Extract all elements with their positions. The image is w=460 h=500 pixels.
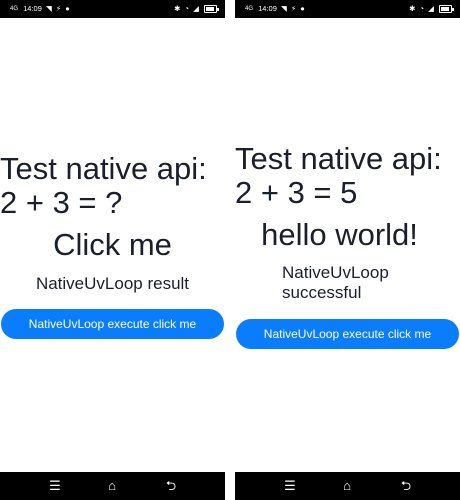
signal-icon: ◢ (193, 4, 199, 13)
home-icon[interactable]: ⌂ (97, 472, 127, 500)
network-type: 4G (245, 5, 254, 12)
menu-icon[interactable]: ☰ (40, 472, 70, 500)
bluetooth-icon: ✱ (174, 4, 181, 13)
menu-icon[interactable]: ☰ (275, 472, 305, 500)
status-left: 4G 14:09 ◥ ⚡ ● (10, 0, 70, 18)
navigation-bar: ☰ ⌂ ⮌ (0, 472, 225, 500)
result-label: NativeUvLoop result (35, 274, 190, 293)
hello-world-text[interactable]: hello world! (235, 218, 452, 252)
phone-screen-left: 4G 14:09 ◥ ⚡ ● ✱ ◔ ◢ Test native api: 2 … (0, 0, 225, 500)
app-content: Test native api: 2 + 3 = ? Click me Nati… (0, 18, 225, 472)
click-me-text[interactable]: Click me (0, 228, 225, 262)
navigation-bar: ☰ ⌂ ⮌ (235, 472, 460, 500)
notification-icon: ● (300, 4, 305, 13)
title-block: Test native api: 2 + 3 = ? (0, 152, 225, 220)
phone-screen-right: 4G 14:09 ◥ ⚡ ● ✱ ◔ ◢ Test native api: 2 … (235, 0, 460, 500)
network-type: 4G (10, 5, 19, 12)
notification-icon: ● (65, 4, 70, 13)
usb-icon: ⚡ (290, 4, 297, 13)
status-right: ✱ ◔ ◢ (407, 0, 454, 18)
status-bar: 4G 14:09 ◥ ⚡ ● ✱ ◔ ◢ (0, 0, 225, 18)
app-content: Test native api: 2 + 3 = 5 hello world! … (235, 18, 460, 472)
expression-text: 2 + 3 = 5 (235, 175, 358, 210)
execute-button[interactable]: NativeUvLoop execute click me (236, 319, 459, 349)
battery-icon (439, 5, 454, 14)
page-title: Test native api: (235, 141, 442, 176)
battery-icon (204, 5, 219, 14)
wifi-icon: ◥ (280, 4, 287, 13)
back-icon[interactable]: ⮌ (156, 472, 186, 500)
status-bar: 4G 14:09 ◥ ⚡ ● ✱ ◔ ◢ (235, 0, 460, 18)
alarm-icon: ◔ (419, 4, 425, 13)
alarm-icon: ◔ (184, 4, 190, 13)
page-title: Test native api: (0, 151, 207, 186)
bluetooth-icon: ✱ (409, 4, 416, 13)
back-icon[interactable]: ⮌ (391, 472, 421, 500)
status-right: ✱ ◔ ◢ (172, 0, 219, 18)
expression-text: 2 + 3 = ? (0, 185, 123, 220)
signal-icon: ◢ (428, 4, 434, 13)
wifi-icon: ◥ (45, 4, 52, 13)
status-time: 14:09 (23, 4, 42, 13)
execute-button[interactable]: NativeUvLoop execute click me (1, 309, 224, 339)
status-left: 4G 14:09 ◥ ⚡ ● (245, 0, 305, 18)
usb-icon: ⚡ (55, 4, 62, 13)
status-time: 14:09 (258, 4, 277, 13)
title-block: Test native api: 2 + 3 = 5 (235, 142, 460, 210)
result-label: NativeUvLoop successful (282, 263, 389, 302)
home-icon[interactable]: ⌂ (332, 472, 362, 500)
